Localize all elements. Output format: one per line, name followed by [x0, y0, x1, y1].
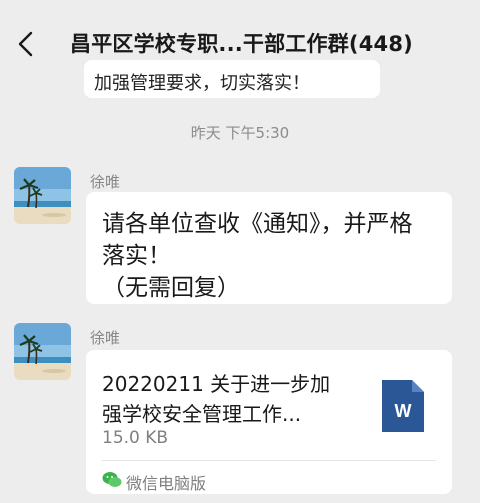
word-letter: W	[395, 401, 412, 421]
text-message-bubble[interactable]: 请各单位查收《通知》，并严格 落实！ （无需回复）	[86, 192, 452, 304]
wechat-icon	[102, 472, 122, 487]
message-text-line: 落实！	[102, 243, 171, 269]
divider	[102, 460, 436, 461]
sender-name: 徐唯	[90, 329, 121, 347]
file-title-line: 20220211 关于进一步加	[102, 372, 331, 396]
message-text-line: （无需回复）	[102, 275, 240, 301]
beach-palm-avatar	[14, 323, 71, 380]
previous-message-bubble[interactable]: 加强管理要求，切实落实！	[84, 60, 380, 98]
message-timestamp: 昨天 下午5:30	[190, 124, 290, 142]
word-document-icon: W	[382, 380, 424, 432]
beach-palm-avatar	[14, 167, 71, 224]
file-size: 15.0 KB	[102, 428, 169, 448]
file-message-card[interactable]: 20220211 关于进一步加 强学校安全管理工作... 15.0 KB W 微…	[86, 350, 452, 494]
previous-message-text: 加强管理要求，切实落实！	[94, 73, 310, 94]
sender-avatar[interactable]	[14, 167, 71, 224]
chat-title[interactable]: 昌平区学校专职...干部工作群(448)	[70, 28, 450, 58]
sender-name: 徐唯	[90, 173, 121, 191]
file-title-line: 强学校安全管理工作...	[102, 402, 302, 426]
sender-avatar[interactable]	[14, 323, 71, 380]
message-text-line: 请各单位查收《通知》，并严格	[102, 211, 413, 237]
back-button[interactable]	[14, 30, 38, 58]
chevron-left-icon	[18, 31, 33, 57]
source-label: 微信电脑版	[126, 474, 207, 493]
